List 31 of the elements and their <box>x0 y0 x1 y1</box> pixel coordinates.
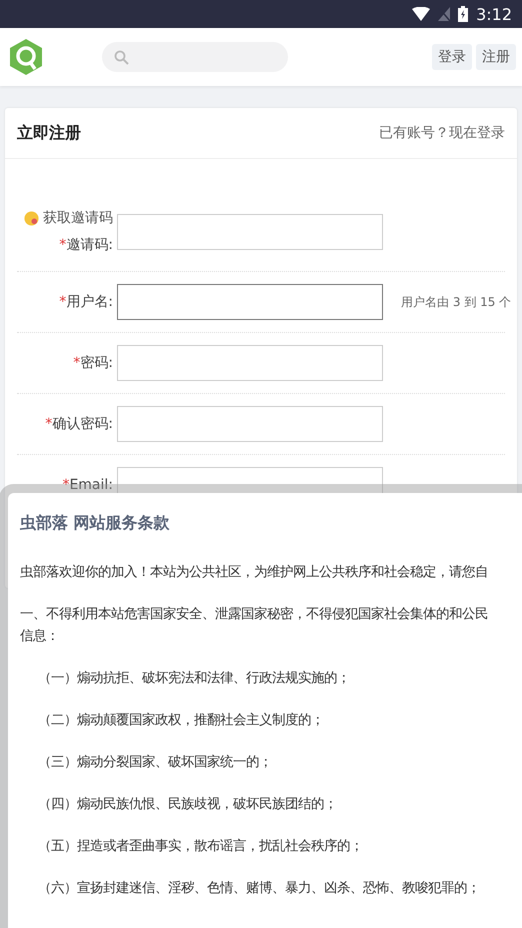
dialog-title: 虫部落 网站服务条款 <box>20 513 171 534</box>
login-link[interactable]: 已有账号？现在登录 <box>379 124 505 142</box>
terms-paragraph: （六）宣扬封建迷信、淫秽、色情、赌博、暴力、凶杀、恐怖、教唆犯罪的； <box>37 880 481 898</box>
input-field[interactable] <box>117 214 383 250</box>
invite-link[interactable]: 获取邀请码 <box>43 205 113 232</box>
logo-icon <box>8 38 44 76</box>
header-button[interactable]: 注册 <box>476 44 516 70</box>
terms-paragraph: （四）煽动民族仇恨、民族歧视，破坏民族团结的； <box>37 796 338 814</box>
no-signal-icon <box>438 7 450 21</box>
terms-paragraph: 虫部落欢迎你的加入！本站为公共社区，为维护网上公共秩序和社会稳定，请您自 <box>20 564 489 582</box>
terms-paragraph: （一）煽动抗拒、破坏宪法和法律、行政法规实施的； <box>37 670 351 688</box>
input-field[interactable] <box>117 406 383 442</box>
terms-paragraph: （三）煽动分裂国家、破坏国家统一的； <box>37 754 273 772</box>
field-label: *Email: <box>62 476 113 494</box>
emoji-icon <box>24 211 39 226</box>
field-label: *邀请码: <box>59 236 113 255</box>
input-field[interactable] <box>117 284 383 320</box>
status-time: 3:12 <box>476 4 512 24</box>
field-label: *确认密码: <box>45 414 113 434</box>
search-field[interactable] <box>102 42 288 72</box>
card-title: 立即注册 <box>17 122 81 144</box>
battery-icon <box>458 6 468 22</box>
header-button[interactable]: 登录 <box>432 44 472 70</box>
input-field[interactable] <box>117 345 383 381</box>
terms-paragraph: （二）煽动颠覆国家政权，推翻社会主义制度的； <box>37 712 325 730</box>
terms-paragraph: 一、不得利用本站危害国家安全、泄露国家秘密，不得侵犯国家社会集体的和公民 信息： <box>20 606 489 646</box>
field-label: *用户名: <box>59 292 113 312</box>
terms-paragraph: （五）捏造或者歪曲事实，散布谣言，扰乱社会秩序的； <box>37 838 364 856</box>
field-label: *密码: <box>73 354 113 372</box>
wifi-icon <box>412 7 430 21</box>
search-icon <box>114 50 129 64</box>
